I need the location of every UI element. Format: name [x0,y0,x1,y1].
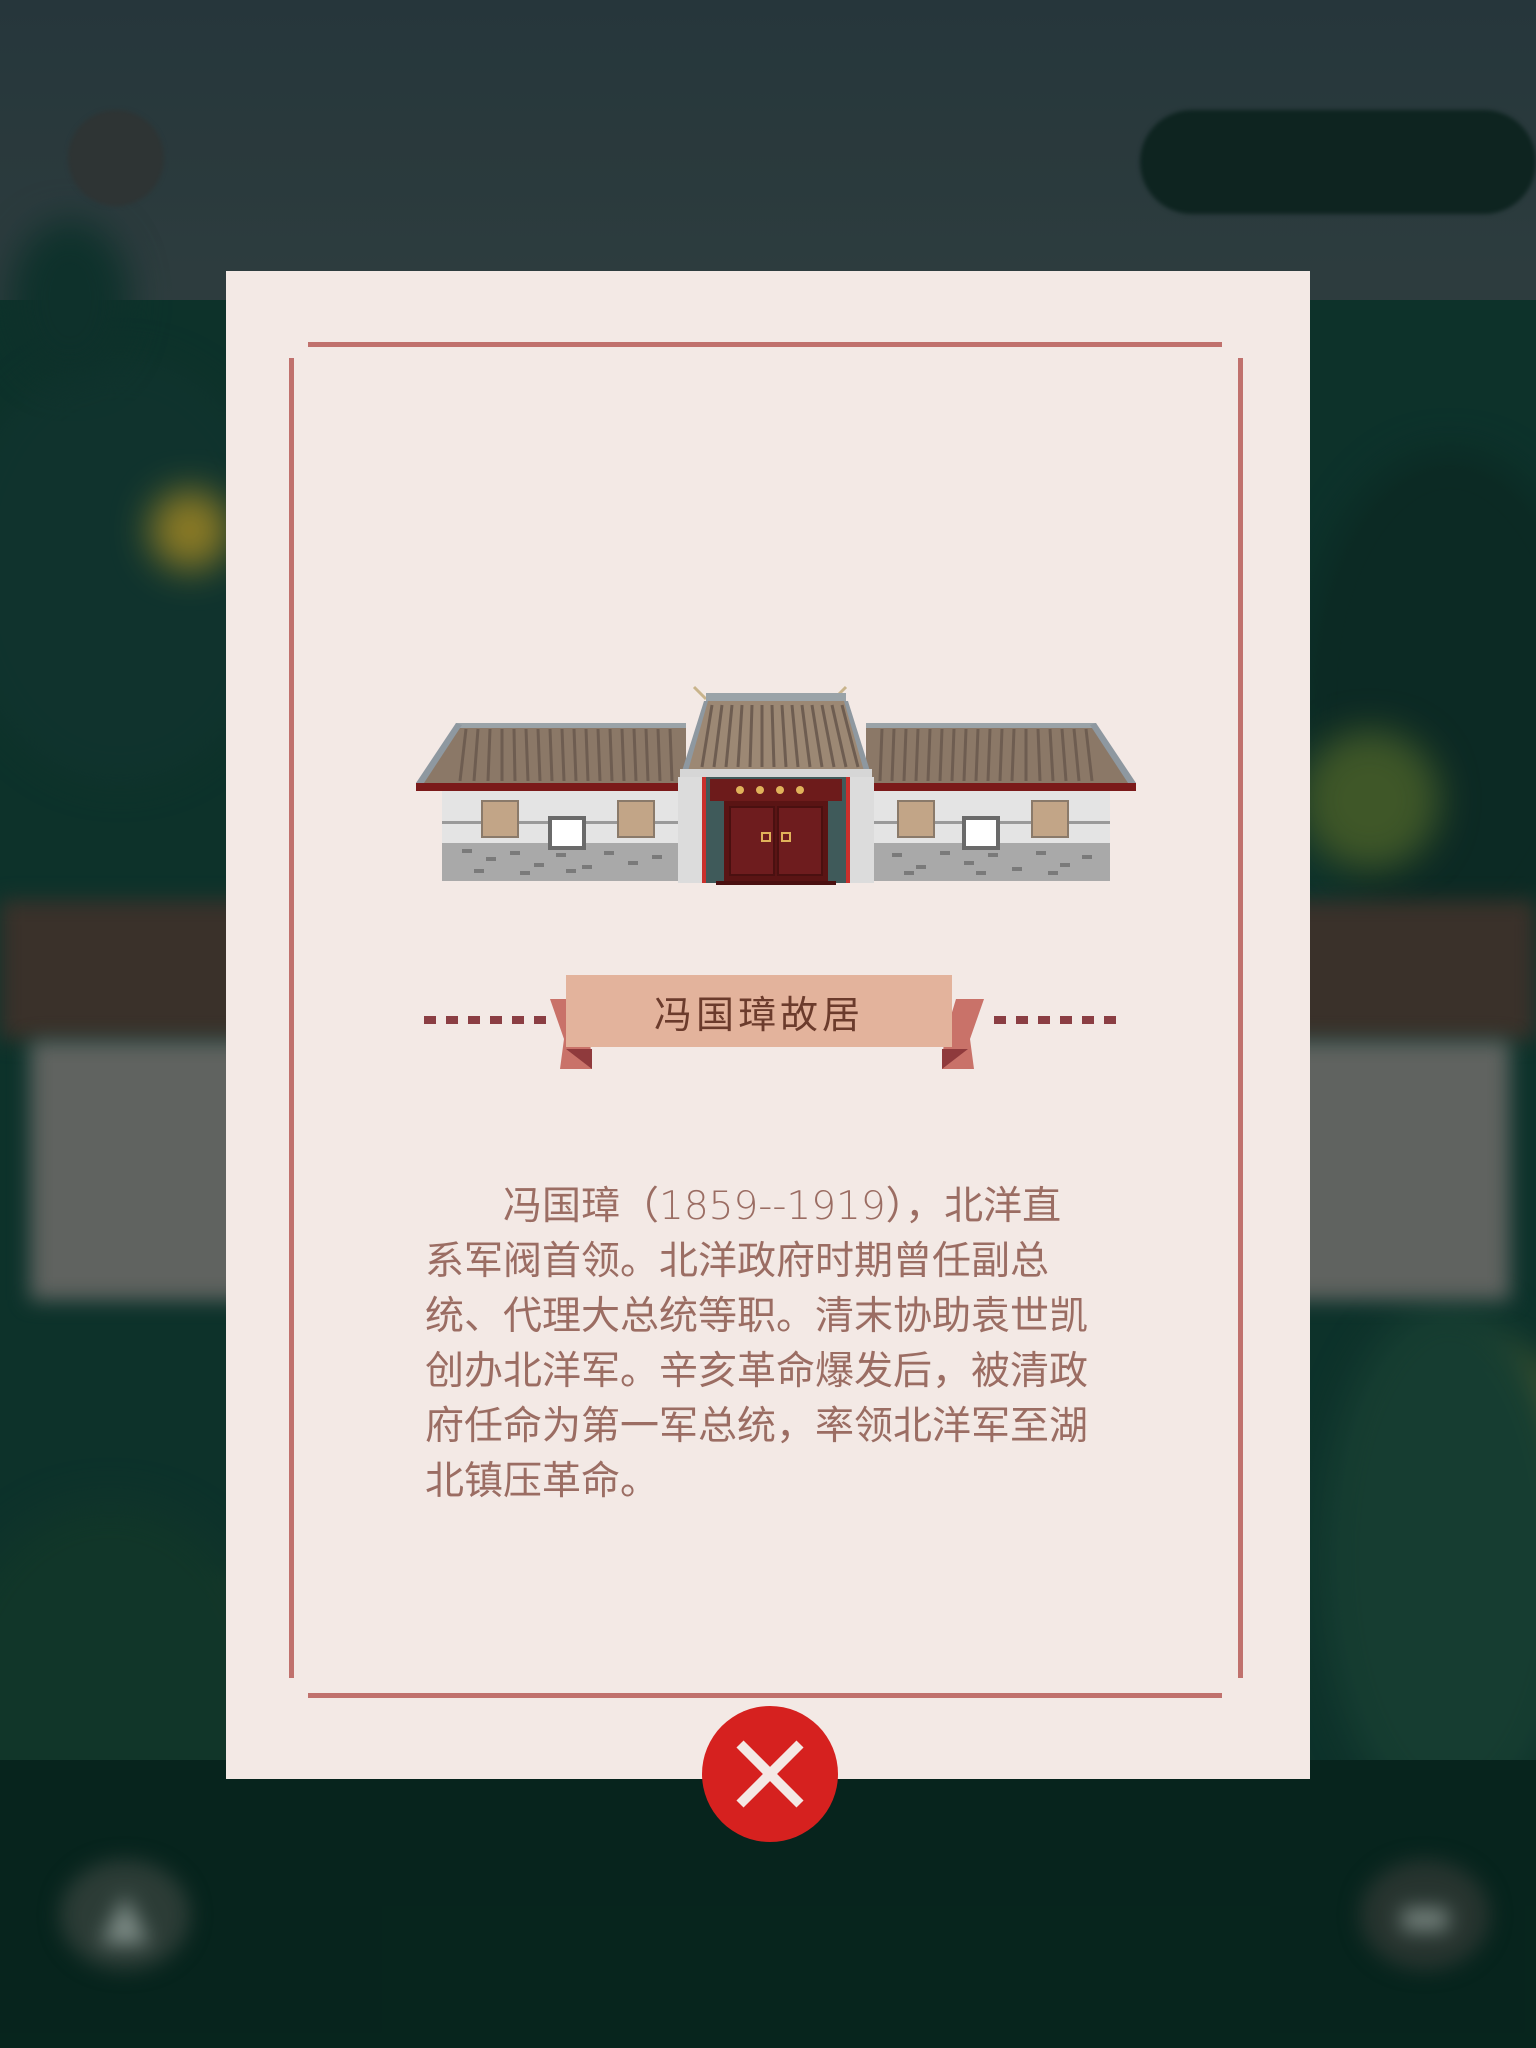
close-x-icon [736,1740,804,1808]
ribbon-dots-right [994,1016,1124,1024]
description-line: 府任命为第一军总统，率领北洋军至湖 [425,1404,1089,1449]
residence-illustration [416,685,1136,885]
description-line: 创办北洋军。辛亥革命爆发后，被清政 [425,1349,1089,1394]
info-card-modal: 冯国璋故居 冯国璋（1859--1919），北洋直 系军阀首领。北洋政府时期曾任… [226,271,1310,1779]
place-description: 冯国璋（1859--1919），北洋直 系军阀首领。北洋政府时期曾任副总 统、代… [425,1179,1121,1509]
background-home-button[interactable]: ▲ [60,1860,190,1970]
place-title: 冯国璋故居 [566,975,952,1047]
close-button[interactable] [702,1706,838,1842]
title-ribbon: 冯国璋故居 [416,971,1116,1071]
frame-top-line [308,342,1222,347]
description-line: 冯国璋（1859--1919），北洋直 [425,1184,1062,1229]
frame-bottom-line [308,1693,1222,1698]
description-line: 统、代理大总统等职。清末协助袁世凯 [425,1294,1089,1339]
description-line: 系军阀首领。北洋政府时期曾任副总 [425,1239,1050,1284]
ribbon-dots-left [424,1016,554,1024]
map-icon: ▬ [1396,1880,1454,1950]
background-back-button[interactable] [68,110,164,206]
frame-right-line [1238,358,1243,1678]
background-top-right-button[interactable] [1140,110,1536,214]
background-map-button[interactable]: ▬ [1360,1860,1490,1970]
frame-left-line [289,358,294,1678]
home-icon: ▲ [100,1878,150,1952]
description-line: 北镇压革命。 [425,1459,660,1504]
